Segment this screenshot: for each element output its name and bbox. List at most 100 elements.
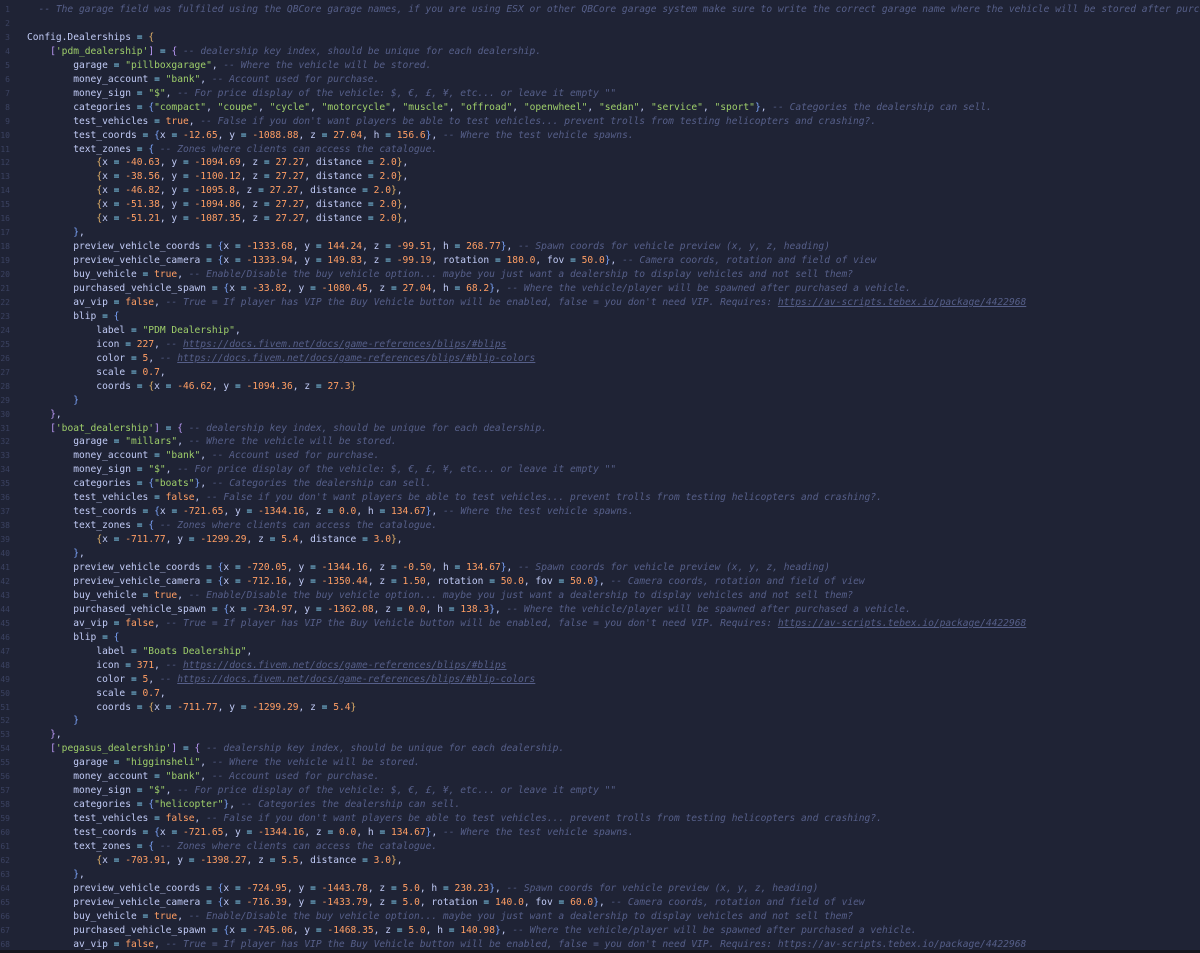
code-line[interactable]: 44 purchased_vehicle_spawn = {x = -734.9… <box>0 603 1200 617</box>
token-link[interactable]: https://docs.fivem.net/docs/game-referen… <box>177 674 535 685</box>
code-line[interactable]: 1 -- The garage field was fulfiled using… <box>0 3 1200 17</box>
code-line[interactable]: 12 {x = -40.63, y = -1094.69, z = 27.27,… <box>0 156 1200 170</box>
token-number: 134.67 <box>391 506 426 518</box>
code-line[interactable]: 30 }, <box>0 408 1200 422</box>
code-line[interactable]: 60 test_coords = {x = -721.65, y = -1344… <box>0 826 1200 840</box>
code-line[interactable]: 64 preview_vehicle_coords = {x = -724.95… <box>0 882 1200 896</box>
token-number: 60.0 <box>570 896 594 908</box>
line-code: }, <box>27 728 62 742</box>
code-line[interactable]: 52 } <box>0 714 1200 728</box>
code-line[interactable]: 49 color = 5, -- https://docs.fivem.net/… <box>0 673 1200 687</box>
token-plain: , <box>200 478 212 490</box>
token-comment: -- Where the vehicle/player will be spaw… <box>506 603 911 615</box>
token-number: 2.0 <box>373 185 391 197</box>
code-line[interactable]: 24 label = "PDM Dealership", <box>0 324 1200 338</box>
code-line[interactable]: 32 garage = "millars", -- Where the vehi… <box>0 435 1200 449</box>
line-number: 17 <box>0 228 10 238</box>
code-line[interactable]: 55 garage = "higginsheli", -- Where the … <box>0 756 1200 770</box>
code-line[interactable]: 54 ['pegasus_dealership'] = { -- dealers… <box>0 742 1200 756</box>
code-line[interactable]: 10 test_coords = {x = -12.65, y = -1088.… <box>0 129 1200 143</box>
token-plain: , z <box>367 575 391 587</box>
token-link[interactable]: https://docs.fivem.net/docs/game-referen… <box>177 353 535 364</box>
code-line[interactable]: 40 }, <box>0 547 1200 561</box>
code-line[interactable]: 42 preview_vehicle_camera = {x = -712.16… <box>0 575 1200 589</box>
code-line[interactable]: 14 {x = -46.82, y = -1095.8, z = 27.27, … <box>0 184 1200 198</box>
token-link[interactable]: https://docs.fivem.net/docs/game-referen… <box>183 660 506 671</box>
code-line[interactable]: 43 buy_vehicle = true, -- Enable/Disable… <box>0 589 1200 603</box>
code-line[interactable]: 48 icon = 371, -- https://docs.fivem.net… <box>0 659 1200 673</box>
code-line[interactable]: 65 preview_vehicle_camera = {x = -716.39… <box>0 896 1200 910</box>
code-line[interactable]: 8 categories = {"compact", "coupe", "cyc… <box>0 101 1200 115</box>
code-line[interactable]: 22 av_vip = false, -- True = If player h… <box>0 296 1200 310</box>
line-code: ['boat_dealership'] = { -- dealership ke… <box>27 422 547 436</box>
code-line[interactable]: 33 money_account = "bank", -- Account us… <box>0 449 1200 463</box>
code-line[interactable]: 23 blip = { <box>0 310 1200 324</box>
token-number: 27.04 <box>333 129 363 141</box>
line-code: money_sign = "$", -- For price display o… <box>27 87 616 101</box>
token-string: 'pdm_dealership' <box>55 45 149 57</box>
code-line[interactable]: 36 test_vehicles = false, -- False if yo… <box>0 491 1200 505</box>
line-number: 42 <box>0 576 10 586</box>
line-code: {x = -40.63, y = -1094.69, z = 27.27, di… <box>27 156 408 170</box>
token-plain: x <box>102 534 114 546</box>
code-line[interactable]: 46 blip = { <box>0 631 1200 645</box>
code-line[interactable]: 17 }, <box>0 226 1200 240</box>
code-line[interactable]: 38 text_zones = { -- Zones where clients… <box>0 519 1200 533</box>
code-line[interactable]: 11 text_zones = { -- Zones where clients… <box>0 143 1200 157</box>
code-line[interactable]: 35 categories = {"boats"}, -- Categories… <box>0 477 1200 491</box>
token-link[interactable]: https://av-scripts.tebex.io/package/4422… <box>778 297 1026 308</box>
code-line[interactable]: 57 money_sign = "$", -- For price displa… <box>0 784 1200 798</box>
code-line[interactable]: 28 coords = {x = -46.62, y = -1094.36, z… <box>0 380 1200 394</box>
code-line[interactable]: 31 ['boat_dealership'] = { -- dealership… <box>0 422 1200 436</box>
token-plain: buy_vehicle <box>27 269 143 281</box>
token-link[interactable]: https://av-scripts.tebex.io/package/4422… <box>778 618 1026 629</box>
code-line[interactable]: 59 test_vehicles = false, -- False if yo… <box>0 812 1200 826</box>
code-line[interactable]: 21 purchased_vehicle_spawn = {x = -33.82… <box>0 282 1200 296</box>
token-plain: , distance <box>298 185 363 197</box>
code-line[interactable]: 56 money_account = "bank", -- Account us… <box>0 770 1200 784</box>
code-line[interactable]: 4 ['pdm_dealership'] = { -- dealership k… <box>0 45 1200 59</box>
code-line[interactable]: 51 coords = {x = -711.77, y = -1299.29, … <box>0 701 1200 715</box>
token-plain: , h <box>431 241 455 253</box>
code-line[interactable]: 15 {x = -51.38, y = -1094.86, z = 27.27,… <box>0 198 1200 212</box>
code-line[interactable]: 9 test_vehicles = true, -- False if you … <box>0 115 1200 129</box>
code-line[interactable]: 37 test_coords = {x = -721.65, y = -1344… <box>0 505 1200 519</box>
code-line[interactable]: 6 money_account = "bank", -- Account use… <box>0 73 1200 87</box>
token-plain: test_vehicles <box>27 492 155 504</box>
code-line[interactable]: 29 } <box>0 394 1200 408</box>
code-line[interactable]: 16 {x = -51.21, y = -1087.35, z = 27.27,… <box>0 212 1200 226</box>
token-plain: categories <box>27 799 137 811</box>
code-line[interactable]: 66 buy_vehicle = true, -- Enable/Disable… <box>0 910 1200 924</box>
token-plain: , <box>402 171 409 183</box>
code-line[interactable]: 62 {x = -703.91, y = -1398.27, z = 5.5, … <box>0 854 1200 868</box>
code-line[interactable]: 18 preview_vehicle_coords = {x = -1333.6… <box>0 240 1200 254</box>
code-line[interactable]: 67 purchased_vehicle_spawn = {x = -745.0… <box>0 924 1200 938</box>
code-editor[interactable]: 1 -- The garage field was fulfiled using… <box>0 0 1200 953</box>
code-line[interactable]: 13 {x = -38.56, y = -1100.12, z = 27.27,… <box>0 170 1200 184</box>
token-plain: , <box>211 59 224 71</box>
token-bool: false <box>125 296 155 308</box>
code-line[interactable]: 39 {x = -711.77, y = -1299.29, z = 5.4, … <box>0 533 1200 547</box>
code-line[interactable]: 41 preview_vehicle_coords = {x = -720.05… <box>0 561 1200 575</box>
token-number: 5.0 <box>402 896 420 908</box>
code-line[interactable]: 50 scale = 0.7, <box>0 687 1200 701</box>
code-line[interactable]: 63 }, <box>0 868 1200 882</box>
code-line[interactable]: 45 av_vip = false, -- True = If player h… <box>0 617 1200 631</box>
code-line[interactable]: 61 text_zones = { -- Zones where clients… <box>0 840 1200 854</box>
code-line[interactable]: 53 }, <box>0 728 1200 742</box>
code-line[interactable]: 19 preview_vehicle_camera = {x = -1333.9… <box>0 254 1200 268</box>
code-line[interactable]: 27 scale = 0.7, <box>0 366 1200 380</box>
code-line[interactable]: 20 buy_vehicle = true, -- Enable/Disable… <box>0 268 1200 282</box>
code-line[interactable]: 2 <box>0 17 1200 31</box>
token-bool: true <box>165 115 189 127</box>
code-line[interactable]: 47 label = "Boats Dealership", <box>0 645 1200 659</box>
code-line[interactable]: 7 money_sign = "$", -- For price display… <box>0 87 1200 101</box>
code-line[interactable]: 34 money_sign = "$", -- For price displa… <box>0 463 1200 477</box>
line-number: 36 <box>0 493 10 503</box>
code-line[interactable]: 25 icon = 227, -- https://docs.fivem.net… <box>0 338 1200 352</box>
code-line[interactable]: 3 Config.Dealerships = { <box>0 31 1200 45</box>
code-line[interactable]: 5 garage = "pillboxgarage", -- Where the… <box>0 59 1200 73</box>
code-line[interactable]: 26 color = 5, -- https://docs.fivem.net/… <box>0 352 1200 366</box>
code-line[interactable]: 58 categories = {"helicopter"}, -- Categ… <box>0 798 1200 812</box>
token-link[interactable]: https://docs.fivem.net/docs/game-referen… <box>183 339 506 350</box>
